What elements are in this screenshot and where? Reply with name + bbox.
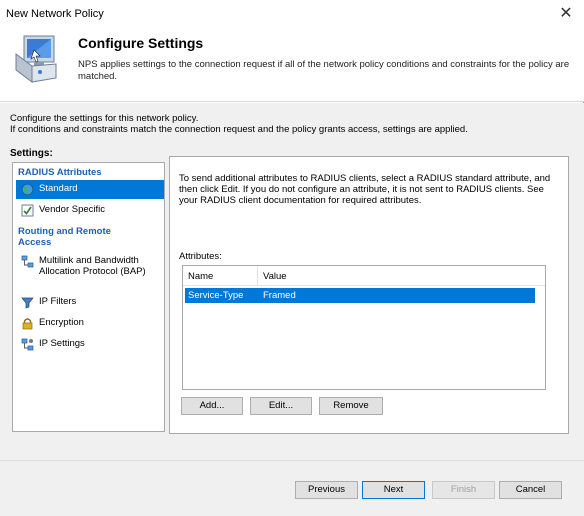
page-description: NPS applies settings to the connection r… — [78, 59, 570, 82]
network-link-icon — [21, 255, 34, 268]
footer-divider — [0, 460, 584, 461]
nav-item-ip-settings[interactable]: IP Settings — [16, 335, 164, 354]
row-name: Service-Type — [188, 290, 244, 301]
list-header: Name Value — [183, 266, 545, 286]
network-settings-icon — [21, 338, 34, 351]
wizard-header: Configure Settings NPS applies settings … — [0, 30, 584, 102]
nav-item-label: Encryption — [39, 317, 84, 328]
window-title: New Network Policy — [6, 8, 104, 20]
remove-button[interactable]: Remove — [319, 397, 383, 415]
column-divider[interactable] — [257, 266, 258, 286]
new-network-policy-dialog: New Network Policy ✕ Configure Settings … — [0, 0, 584, 516]
row-value: Framed — [263, 290, 296, 301]
column-header-name[interactable]: Name — [188, 271, 213, 282]
nav-item-multilink-bap[interactable]: Multilink and Bandwidth Allocation Proto… — [16, 252, 164, 288]
nav-item-vendor-specific[interactable]: Vendor Specific — [16, 201, 164, 220]
attributes-label: Attributes: — [179, 251, 222, 262]
nav-item-label: Vendor Specific — [39, 204, 106, 215]
cancel-button[interactable]: Cancel — [499, 481, 562, 499]
lock-icon — [22, 318, 33, 330]
table-row[interactable]: Service-Type Framed — [185, 288, 535, 303]
globe-icon — [21, 183, 34, 196]
checkbox-doc-icon — [21, 204, 34, 217]
settings-tree: RADIUS Attributes Standard Vendor Specif… — [12, 162, 165, 432]
nav-item-label: Multilink and Bandwidth Allocation Proto… — [39, 255, 146, 277]
page-title: Configure Settings — [78, 35, 204, 51]
nav-item-standard[interactable]: Standard — [16, 180, 164, 199]
intro-text: Configure the settings for this network … — [10, 113, 468, 135]
section-radius-attributes: RADIUS Attributes — [18, 167, 102, 178]
attributes-list[interactable]: Name Value Service-Type Framed — [182, 265, 546, 390]
title-bar: New Network Policy ✕ — [0, 0, 584, 30]
edit-button[interactable]: Edit... — [250, 397, 312, 415]
intro-line-2: If conditions and constraints match the … — [10, 124, 468, 135]
intro-line-1: Configure the settings for this network … — [10, 113, 199, 124]
attributes-instructions: To send additional attributes to RADIUS … — [179, 173, 551, 206]
section-routing-remote-access: Routing and Remote Access — [18, 226, 111, 248]
next-button[interactable]: Next — [362, 481, 425, 499]
funnel-icon — [21, 297, 34, 309]
standard-attributes-panel: To send additional attributes to RADIUS … — [169, 156, 569, 434]
nav-item-label: Standard — [39, 183, 78, 194]
column-header-value[interactable]: Value — [263, 271, 287, 282]
nav-item-encryption[interactable]: Encryption — [16, 314, 164, 333]
settings-label: Settings: — [10, 148, 53, 159]
nav-item-label: IP Settings — [39, 338, 85, 349]
close-icon[interactable]: ✕ — [556, 5, 576, 25]
nav-item-ip-filters[interactable]: IP Filters — [16, 293, 164, 312]
network-computer-icon — [15, 35, 57, 83]
add-button[interactable]: Add... — [181, 397, 243, 415]
finish-button: Finish — [432, 481, 495, 499]
nav-item-label: IP Filters — [39, 296, 77, 307]
wizard-body: Configure the settings for this network … — [0, 103, 584, 516]
previous-button[interactable]: Previous — [295, 481, 358, 499]
